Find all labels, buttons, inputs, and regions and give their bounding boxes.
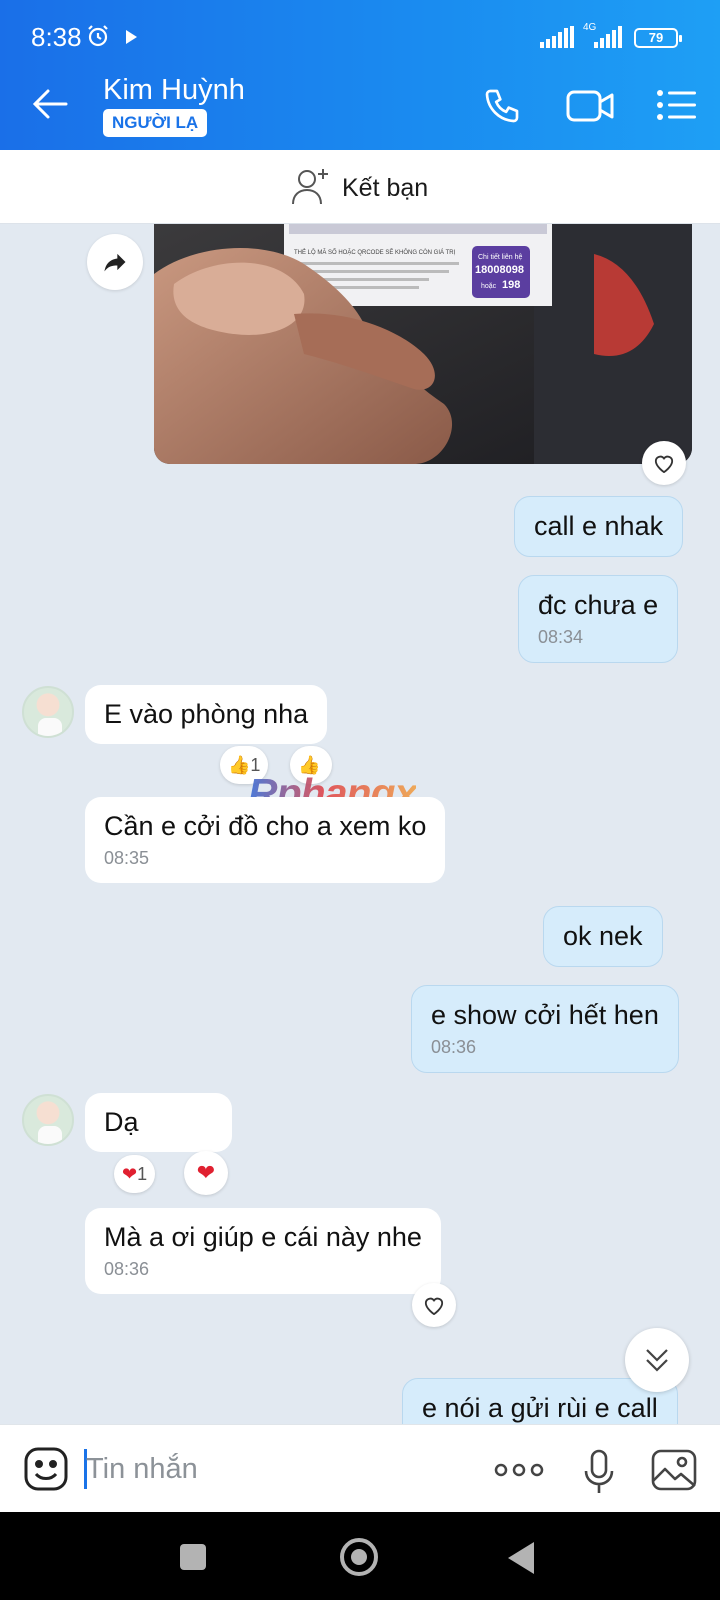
share-button[interactable] [87, 234, 143, 290]
message-text: Dạ [104, 1107, 139, 1137]
status-bar: 8:38 4G 79 [0, 0, 720, 64]
message-bubble-received[interactable]: Mà a ơi giúp e cái này nhe 08:36 [85, 1208, 441, 1294]
message-text: E vào phòng nha [104, 699, 309, 729]
message-text: e nói a gửi rùi e call [422, 1393, 658, 1423]
message-bubble-received[interactable]: Cần e cởi đồ cho a xem ko 08:35 [85, 797, 446, 883]
phone-icon[interactable] [482, 86, 522, 131]
heart-reaction-button[interactable] [642, 441, 686, 485]
receipt-hotline-label: Chi tiết liên hệ [478, 252, 522, 261]
add-friend-label: Kết bạn [342, 174, 429, 202]
message-bubble-sent[interactable]: e show cởi hết hen 08:36 [411, 985, 679, 1073]
play-store-icon [126, 30, 137, 44]
contact-avatar[interactable] [22, 686, 74, 738]
menu-list-icon[interactable] [657, 90, 697, 125]
message-bubble-sent[interactable]: đc chưa e 08:34 [518, 575, 679, 663]
back-arrow-icon[interactable] [32, 88, 68, 125]
contact-avatar[interactable] [22, 1094, 74, 1146]
message-text: Mà a ơi giúp e cái này nhe [104, 1222, 422, 1252]
scroll-to-bottom-button[interactable] [625, 1328, 689, 1392]
message-bubble-received[interactable]: Dạ [85, 1093, 232, 1152]
receipt-alt-label: hoặc [481, 283, 497, 290]
reaction-count: 1 [137, 1164, 148, 1184]
video-call-icon[interactable] [566, 89, 614, 128]
signal-icon-2 [594, 26, 624, 53]
stranger-badge: NGƯỜI LẠ [103, 109, 208, 137]
image-gallery-icon[interactable] [651, 1449, 697, 1496]
message-time: 08:34 [538, 627, 584, 647]
heart-reaction-button[interactable] [412, 1283, 456, 1327]
message-bubble-sent[interactable]: ok nek [543, 906, 663, 967]
back-button[interactable] [508, 1542, 534, 1574]
recent-apps-button[interactable] [180, 1544, 206, 1570]
microphone-icon[interactable] [583, 1449, 615, 1500]
battery-icon: 79 [634, 28, 682, 48]
heart-reaction-button[interactable]: ❤ [184, 1151, 228, 1195]
receipt-hotline: 18008098 [475, 264, 524, 276]
message-text: Cần e cởi đồ cho a xem ko [104, 811, 427, 841]
chat-messages[interactable]: THẺ LỘ MÃ SỐ HOẶC QRCODE SẼ KHÔNG CÒN GI… [0, 224, 720, 1424]
message-time: 08:35 [104, 848, 150, 868]
alarm-icon [86, 24, 110, 53]
add-friend-icon [292, 166, 332, 211]
heart-emoji-icon: ❤ [196, 1160, 216, 1185]
message-bubble-sent[interactable]: call e nhak [514, 496, 684, 557]
message-text: ok nek [563, 921, 643, 951]
message-text: call e nhak [534, 511, 664, 541]
message-input[interactable] [86, 1447, 466, 1491]
status-time: 8:38 [31, 22, 82, 52]
message-input-bar [0, 1424, 720, 1512]
reaction-heart-count[interactable]: ❤1 [114, 1155, 156, 1193]
add-friend-bar[interactable]: Kết bạn [0, 150, 720, 224]
system-nav-bar [0, 1512, 720, 1600]
receipt-text: THẺ LỘ MÃ SỐ HOẶC QRCODE SẼ KHÔNG CÒN GI… [294, 249, 456, 256]
shared-photo[interactable]: THẺ LỘ MÃ SỐ HOẶC QRCODE SẼ KHÔNG CÒN GI… [154, 224, 692, 464]
message-text: e show cởi hết hen [431, 1000, 659, 1030]
message-text: đc chưa e [538, 590, 659, 620]
message-time: 08:36 [431, 1037, 477, 1057]
sticker-icon[interactable] [24, 1447, 68, 1496]
heart-emoji-icon: ❤ [122, 1164, 138, 1184]
receipt-alt: 198 [502, 279, 520, 291]
more-options-icon[interactable] [494, 1463, 544, 1482]
home-button[interactable] [340, 1538, 378, 1576]
message-bubble-received[interactable]: E vào phòng nha [85, 685, 328, 744]
signal-icon [540, 26, 576, 53]
contact-name[interactable]: Kim Huỳnh [103, 74, 245, 107]
chat-header: 8:38 4G 79 Kim Huỳnh NGƯỜI LẠ [0, 0, 720, 150]
message-time: 08:36 [104, 1259, 150, 1279]
